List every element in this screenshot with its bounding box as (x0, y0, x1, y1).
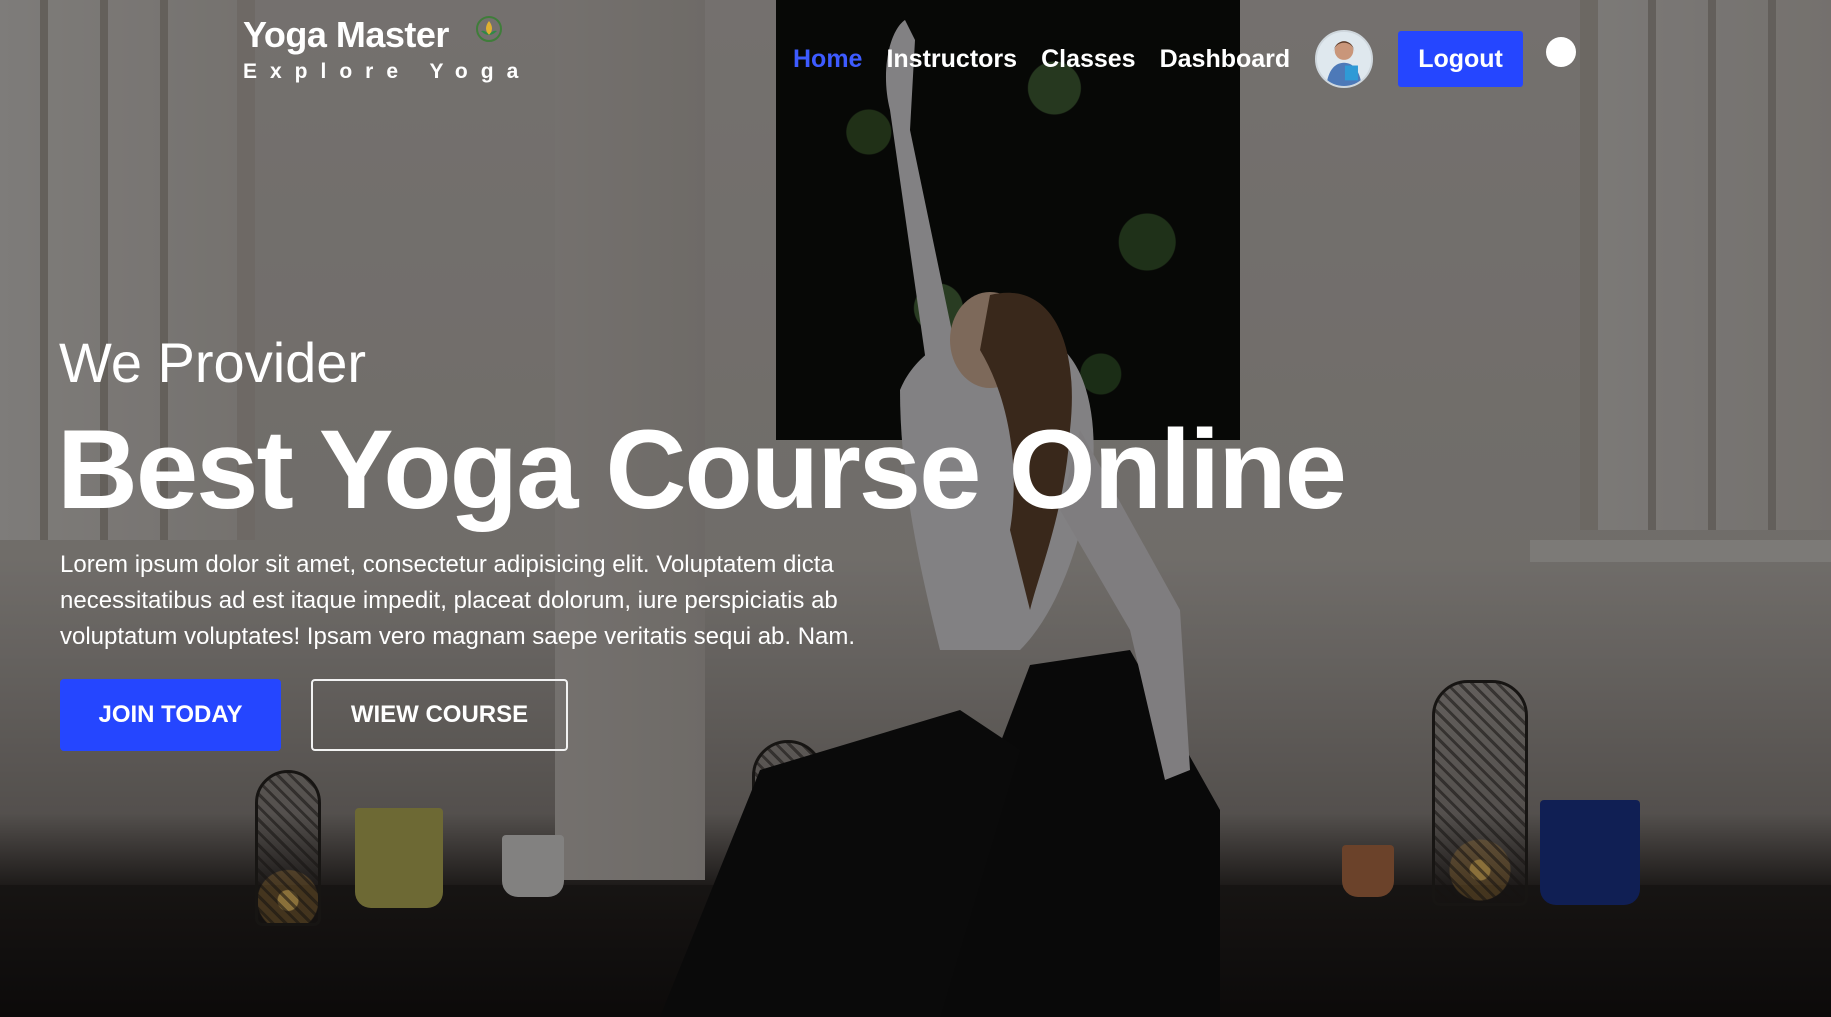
brand[interactable]: Yoga Master Explore Yoga (243, 14, 531, 84)
nav-instructors[interactable]: Instructors (886, 45, 1017, 74)
logout-button[interactable]: Logout (1398, 31, 1523, 87)
nav-classes[interactable]: Classes (1041, 45, 1136, 74)
hero-headline: Best Yoga Course Online (57, 407, 1347, 532)
brand-tagline: Explore Yoga (243, 60, 532, 83)
nav-dashboard[interactable]: Dashboard (1160, 45, 1291, 74)
join-today-button[interactable]: JOIN TODAY (60, 679, 281, 751)
nav-home[interactable]: Home (793, 45, 862, 74)
hero-lead: Lorem ipsum dolor sit amet, consectetur … (60, 551, 856, 650)
view-course-button[interactable]: WIEW COURSE (311, 679, 568, 751)
hero-eyebrow: We Provider (59, 331, 367, 394)
user-avatar[interactable] (1315, 30, 1374, 88)
brand-title: Yoga Master (243, 14, 449, 55)
theme-toggle-icon[interactable] (1546, 37, 1576, 67)
main-nav: Home Instructors Classes Dashboard Logou… (793, 30, 1523, 88)
lotus-logo-icon (475, 15, 503, 43)
